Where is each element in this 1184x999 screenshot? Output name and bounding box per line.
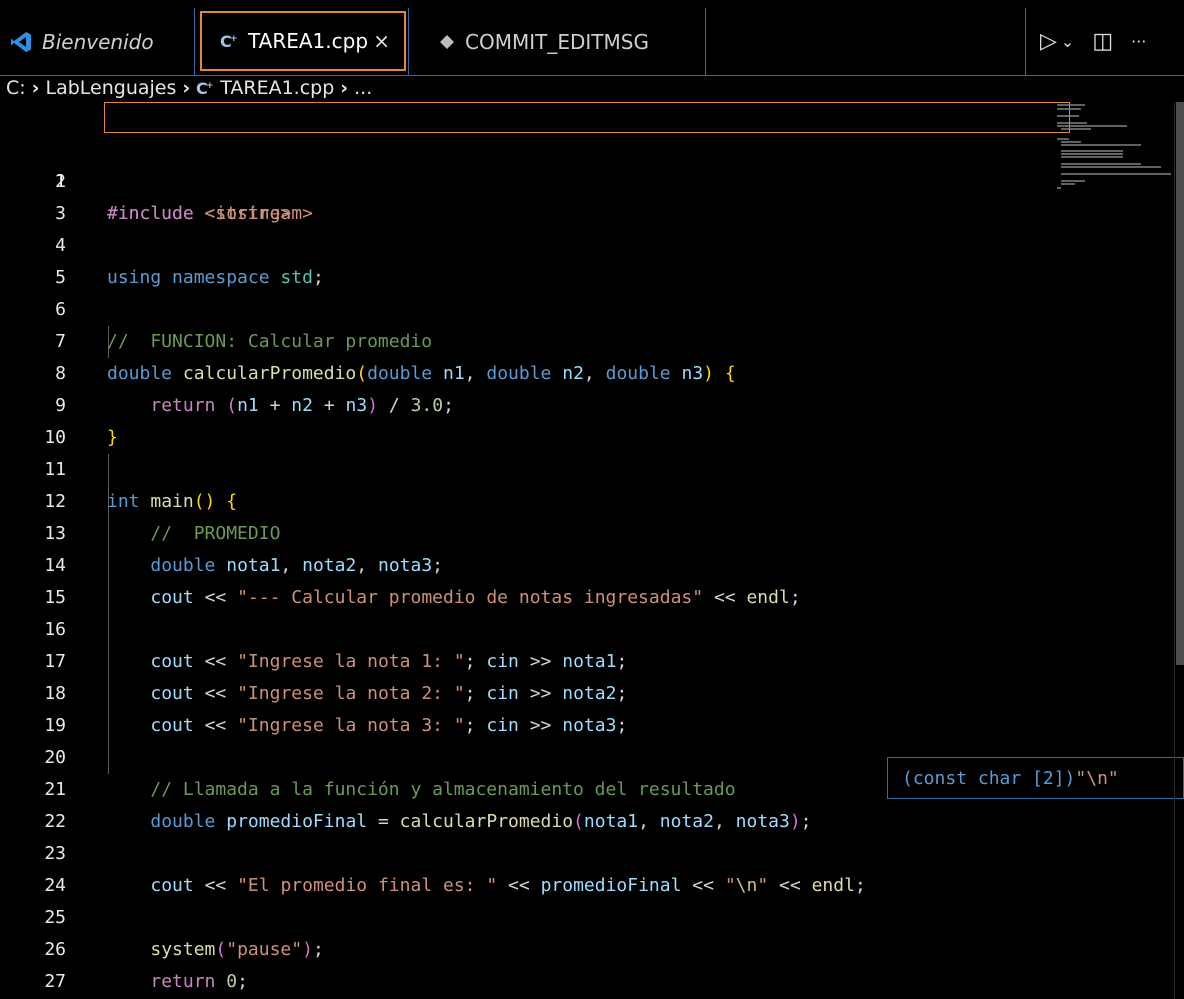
tab-label: Bienvenido <box>42 29 154 54</box>
chevron-right-icon: › <box>340 77 349 99</box>
minimap-line <box>1057 104 1085 106</box>
minimap-line <box>1061 141 1081 143</box>
minimap-line <box>1057 125 1127 127</box>
code-line[interactable]: 2 #include <string> <box>0 134 1184 224</box>
cpp-file-icon: C + <box>196 79 214 97</box>
minimap-line <box>1061 150 1123 152</box>
code-line[interactable]: 25 system("pause"); <box>0 870 1184 960</box>
scrollbar-thumb[interactable] <box>1176 102 1184 665</box>
cpp-file-icon: C + <box>220 32 238 50</box>
line-content: return 0; <box>150 971 248 992</box>
code-editor[interactable]: 1 #include <iostream> 2 #include <string… <box>0 102 1184 999</box>
tab-label: TAREA1.cpp <box>248 29 369 53</box>
svg-text:+: + <box>206 81 214 91</box>
minimap-line <box>1061 180 1085 182</box>
code-line[interactable]: 5 <box>0 230 1184 288</box>
git-commit-icon <box>439 34 455 50</box>
minimap-line <box>1057 138 1069 140</box>
minimap-line <box>1061 173 1171 175</box>
code-line[interactable]: 20 // Llamada a la función y almacenamie… <box>0 710 1184 800</box>
code-line[interactable]: 12 // PROMEDIO <box>0 454 1184 544</box>
code-line[interactable]: 7 double calcularPromedio(double n1, dou… <box>0 294 1184 384</box>
code-line[interactable]: 17 cout << "Ingrese la nota 2: "; cin >>… <box>0 614 1184 704</box>
code-line[interactable]: 27 } <box>0 934 1184 992</box>
code-line[interactable]: 3 <box>0 166 1184 224</box>
minimap-line <box>1061 156 1123 158</box>
svg-text:+: + <box>230 34 238 44</box>
minimap-line <box>1061 128 1091 130</box>
code-line[interactable]: 6 // FUNCION: Calcular promedio <box>0 262 1184 352</box>
code-line[interactable]: 23 cout << "El promedio final es: " << p… <box>0 806 1184 896</box>
split-editor-icon[interactable]: ◫ <box>1092 29 1113 54</box>
hover-tooltip: (const char [2]) "\n" <box>887 757 1184 799</box>
tab-label: COMMIT_EDITMSG <box>465 29 649 54</box>
minimap-line <box>1061 183 1075 185</box>
editor-actions: ▷ ⌄ ◫ ··· <box>1025 8 1184 75</box>
tab-bar: Bienvenido C + TAREA1.cpp × COMMIT_EDITMS… <box>0 0 1184 76</box>
minimap-line <box>1057 108 1081 110</box>
code-line[interactable]: 9 } <box>0 358 1184 448</box>
code-line[interactable]: 11 int main() { <box>0 422 1184 512</box>
minimap-line <box>1057 122 1087 124</box>
run-icon[interactable]: ▷ <box>1040 29 1057 54</box>
tab-tarea1-cpp[interactable]: C + TAREA1.cpp × <box>200 11 406 71</box>
code-line[interactable]: 1 #include <iostream> <box>0 102 1184 224</box>
code-line[interactable]: 4 using namespace std; <box>0 198 1184 288</box>
chevron-right-icon: › <box>182 77 191 99</box>
tooltip-value: "\n" <box>1075 767 1119 789</box>
tab-commit-editmsg[interactable]: COMMIT_EDITMSG <box>408 8 706 75</box>
breadcrumb-more[interactable]: ... <box>354 77 372 99</box>
code-line[interactable]: 18 cout << "Ingrese la nota 3: "; cin >>… <box>0 646 1184 736</box>
tab-bienvenido[interactable]: Bienvenido <box>0 8 195 75</box>
breadcrumb: C: › LabLenguajes › C + TAREA1.cpp › ... <box>0 76 1184 100</box>
minimap-line <box>1057 115 1079 117</box>
vscode-logo-icon <box>10 31 32 53</box>
breadcrumb-folder[interactable]: LabLenguajes <box>46 77 177 99</box>
code-line[interactable]: 14 cout << "--- Calcular promedio de not… <box>0 518 1184 608</box>
minimap-line <box>1061 166 1161 168</box>
code-line[interactable]: 19 <box>0 678 1184 736</box>
breadcrumb-drive[interactable]: C: <box>6 77 26 99</box>
minimap-line <box>1061 153 1123 155</box>
code-line[interactable]: 10 <box>0 390 1184 448</box>
code-line[interactable]: 26 return 0; <box>0 902 1184 992</box>
tooltip-cast: (const char [2]) <box>902 767 1076 789</box>
minimap-line <box>1061 163 1141 165</box>
minimap[interactable] <box>1055 102 1173 198</box>
code-line[interactable]: 15 <box>0 550 1184 608</box>
minimap-line <box>1061 144 1141 146</box>
code-line[interactable]: 13 double nota1, nota2, nota3; <box>0 486 1184 576</box>
close-icon[interactable]: × <box>373 29 390 53</box>
line-number: 27 <box>44 971 66 992</box>
chevron-right-icon: › <box>31 77 40 99</box>
breadcrumb-file[interactable]: TAREA1.cpp <box>220 77 334 99</box>
code-line[interactable]: 24 <box>0 838 1184 896</box>
more-actions-icon[interactable]: ··· <box>1131 32 1146 51</box>
code-line[interactable]: 16 cout << "Ingrese la nota 1: "; cin >>… <box>0 582 1184 672</box>
current-line-highlight <box>104 102 1070 133</box>
code-line[interactable]: 8 return (n1 + n2 + n3) / 3.0; <box>0 326 1184 416</box>
minimap-line <box>1057 187 1061 189</box>
chevron-down-icon[interactable]: ⌄ <box>1061 32 1074 51</box>
